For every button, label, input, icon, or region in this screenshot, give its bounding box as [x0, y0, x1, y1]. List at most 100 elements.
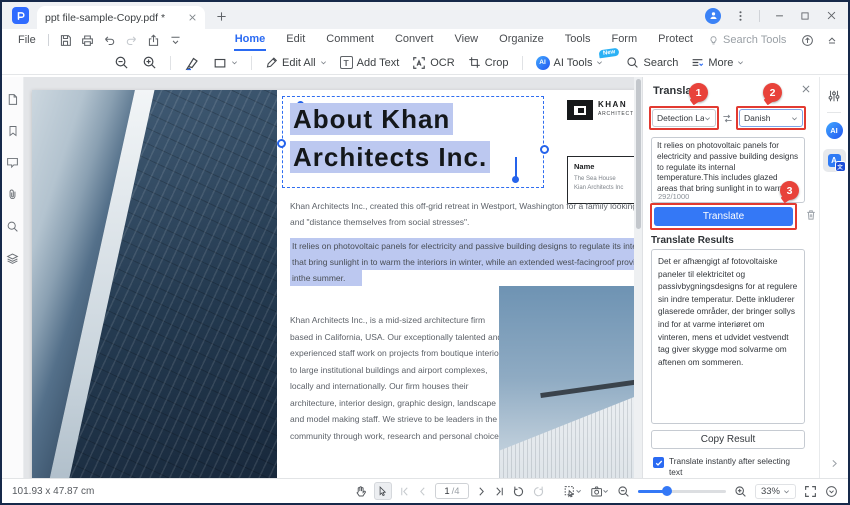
paragraph-2-highlighted[interactable]: It relies on photovoltaic panels for ele… — [290, 238, 642, 286]
copy-result-button[interactable]: Copy Result — [651, 430, 805, 449]
app-logo-icon — [12, 7, 29, 24]
hand-tool-icon[interactable] — [354, 485, 367, 498]
page-thumbnails-icon[interactable] — [6, 93, 19, 106]
undo-icon[interactable] — [103, 34, 116, 47]
source-language-value: Detection La — [657, 113, 704, 123]
step-badge-3: 3 — [780, 181, 799, 200]
search-tools-label: Search Tools — [723, 34, 787, 46]
source-language-dropdown[interactable]: Detection La — [652, 109, 716, 127]
translate-tool-active[interactable]: A — [822, 149, 846, 172]
maximize-button[interactable] — [794, 6, 816, 26]
scrollbar-thumb[interactable] — [635, 79, 641, 229]
tab-convert[interactable]: Convert — [394, 29, 435, 51]
quick-toolbar: Edit All T Add Text OCR Crop AI AI Tools… — [2, 47, 848, 75]
character-count: 292/1000 — [658, 192, 690, 201]
checkbox-checked-icon[interactable] — [653, 457, 664, 468]
zoom-out-icon[interactable] — [114, 55, 129, 70]
para2-line2: that bring sunlight in to warm the inter… — [290, 254, 642, 270]
status-bar: 101.93 x 47.87 cm 1 /4 33% — [2, 478, 848, 503]
zoom-in-icon[interactable] — [142, 55, 157, 70]
collapse-toolbar-icon[interactable] — [826, 34, 838, 47]
clear-text-icon[interactable] — [805, 209, 817, 221]
search-panel-icon[interactable] — [6, 220, 19, 233]
close-button[interactable] — [820, 6, 842, 26]
tab-tools[interactable]: Tools — [564, 29, 592, 51]
highlighter-icon[interactable] — [184, 55, 200, 71]
bookmarks-icon[interactable] — [7, 125, 19, 137]
select-tool-icon[interactable] — [373, 482, 392, 500]
selection-handle-right[interactable] — [540, 145, 549, 154]
first-page-icon — [399, 486, 410, 497]
zoom-slider-knob[interactable] — [661, 486, 672, 496]
tab-edit[interactable]: Edit — [285, 29, 306, 51]
new-tab-button[interactable] — [211, 6, 231, 26]
crop-button[interactable]: Crop — [468, 56, 509, 69]
document-tab[interactable]: ppt file-sample-Copy.pdf * — [37, 6, 205, 29]
paragraph-1[interactable]: Khan Architects Inc., created this off-g… — [290, 198, 642, 230]
tab-close-icon[interactable] — [188, 13, 197, 22]
edit-all-button[interactable]: Edit All — [265, 56, 327, 69]
more-button[interactable]: More — [691, 56, 744, 69]
minimize-button[interactable] — [768, 6, 790, 26]
save-icon[interactable] — [59, 34, 72, 47]
fullscreen-icon[interactable] — [804, 485, 817, 498]
next-page-icon[interactable] — [476, 486, 487, 497]
document-canvas[interactable]: About Khan Architects Inc. w KHAN ARCHIT… — [24, 77, 642, 478]
selection-grip-end[interactable] — [512, 157, 519, 183]
zoom-level-dropdown[interactable]: 33% — [754, 483, 796, 499]
more-lines-icon — [691, 56, 704, 69]
pdf-page[interactable]: About Khan Architects Inc. w KHAN ARCHIT… — [32, 90, 642, 478]
select-area-tool-icon[interactable] — [563, 485, 582, 498]
zoom-slider[interactable] — [637, 486, 726, 496]
tab-comment[interactable]: Comment — [325, 29, 375, 51]
page-dimensions: 101.93 x 47.87 cm — [12, 485, 95, 497]
logo-subtitle: ARCHITECTS — [598, 111, 638, 117]
layers-icon[interactable] — [6, 252, 19, 265]
account-avatar[interactable] — [705, 7, 721, 24]
file-menu[interactable]: File — [10, 34, 44, 46]
right-sidebar: AI A — [819, 77, 848, 478]
instant-translate-option[interactable]: Translate instantly after selecting text — [653, 456, 811, 478]
search-button[interactable]: Search — [626, 56, 678, 69]
last-page-icon[interactable] — [494, 486, 505, 497]
kebab-menu-icon[interactable] — [729, 6, 751, 26]
results-label: Translate Results — [651, 235, 734, 246]
search-tools[interactable]: Search Tools — [708, 34, 786, 46]
tab-organize[interactable]: Organize — [498, 29, 545, 51]
target-language-dropdown[interactable]: Danish — [739, 109, 803, 127]
ai-tools-button[interactable]: AI AI Tools New — [535, 47, 620, 70]
rotate-left-icon[interactable] — [512, 485, 525, 498]
page-number-input[interactable]: 1 /4 — [434, 483, 469, 499]
panel-close-icon[interactable] — [801, 84, 811, 94]
ai-assistant-icon[interactable]: AI — [825, 122, 843, 139]
vertical-scrollbar[interactable] — [634, 77, 642, 478]
read-mode-icon[interactable] — [825, 485, 838, 498]
ocr-button[interactable]: OCR — [412, 56, 455, 70]
selection-handle-left[interactable] — [277, 139, 286, 148]
share-cloud-icon[interactable] — [801, 34, 814, 47]
toolbar-options-icon[interactable] — [169, 34, 182, 47]
para2-line3: inthe summer. — [290, 270, 362, 286]
swap-languages-icon[interactable] — [722, 113, 733, 124]
tab-home[interactable]: Home — [233, 29, 267, 51]
share-icon[interactable] — [147, 33, 160, 47]
translate-button[interactable]: Translate — [654, 207, 793, 226]
collapse-panel-icon[interactable] — [830, 459, 839, 468]
window-controls — [705, 2, 842, 29]
tab-view[interactable]: View — [453, 29, 479, 51]
paragraph-3[interactable]: Khan Architects Inc., is a mid-sized arc… — [290, 312, 506, 444]
khan-architects-logo: w KHAN ARCHITECTS — [567, 100, 638, 120]
zoom-in-small-icon[interactable] — [734, 485, 747, 498]
document-heading[interactable]: About Khan Architects Inc. — [290, 100, 491, 176]
attachments-icon[interactable] — [6, 188, 19, 201]
result-text-area[interactable]: Det er afhængigt af fotovoltaiske panele… — [651, 249, 805, 424]
tab-protect[interactable]: Protect — [657, 29, 694, 51]
zoom-out-small-icon[interactable] — [617, 485, 630, 498]
snapshot-tool-icon[interactable] — [590, 485, 609, 498]
print-icon[interactable] — [81, 34, 94, 47]
add-text-button[interactable]: T Add Text — [339, 56, 399, 69]
comments-icon[interactable] — [6, 156, 19, 169]
shape-tool[interactable] — [213, 56, 238, 70]
total-pages: /4 — [451, 485, 460, 497]
properties-tune-icon[interactable] — [827, 89, 841, 103]
